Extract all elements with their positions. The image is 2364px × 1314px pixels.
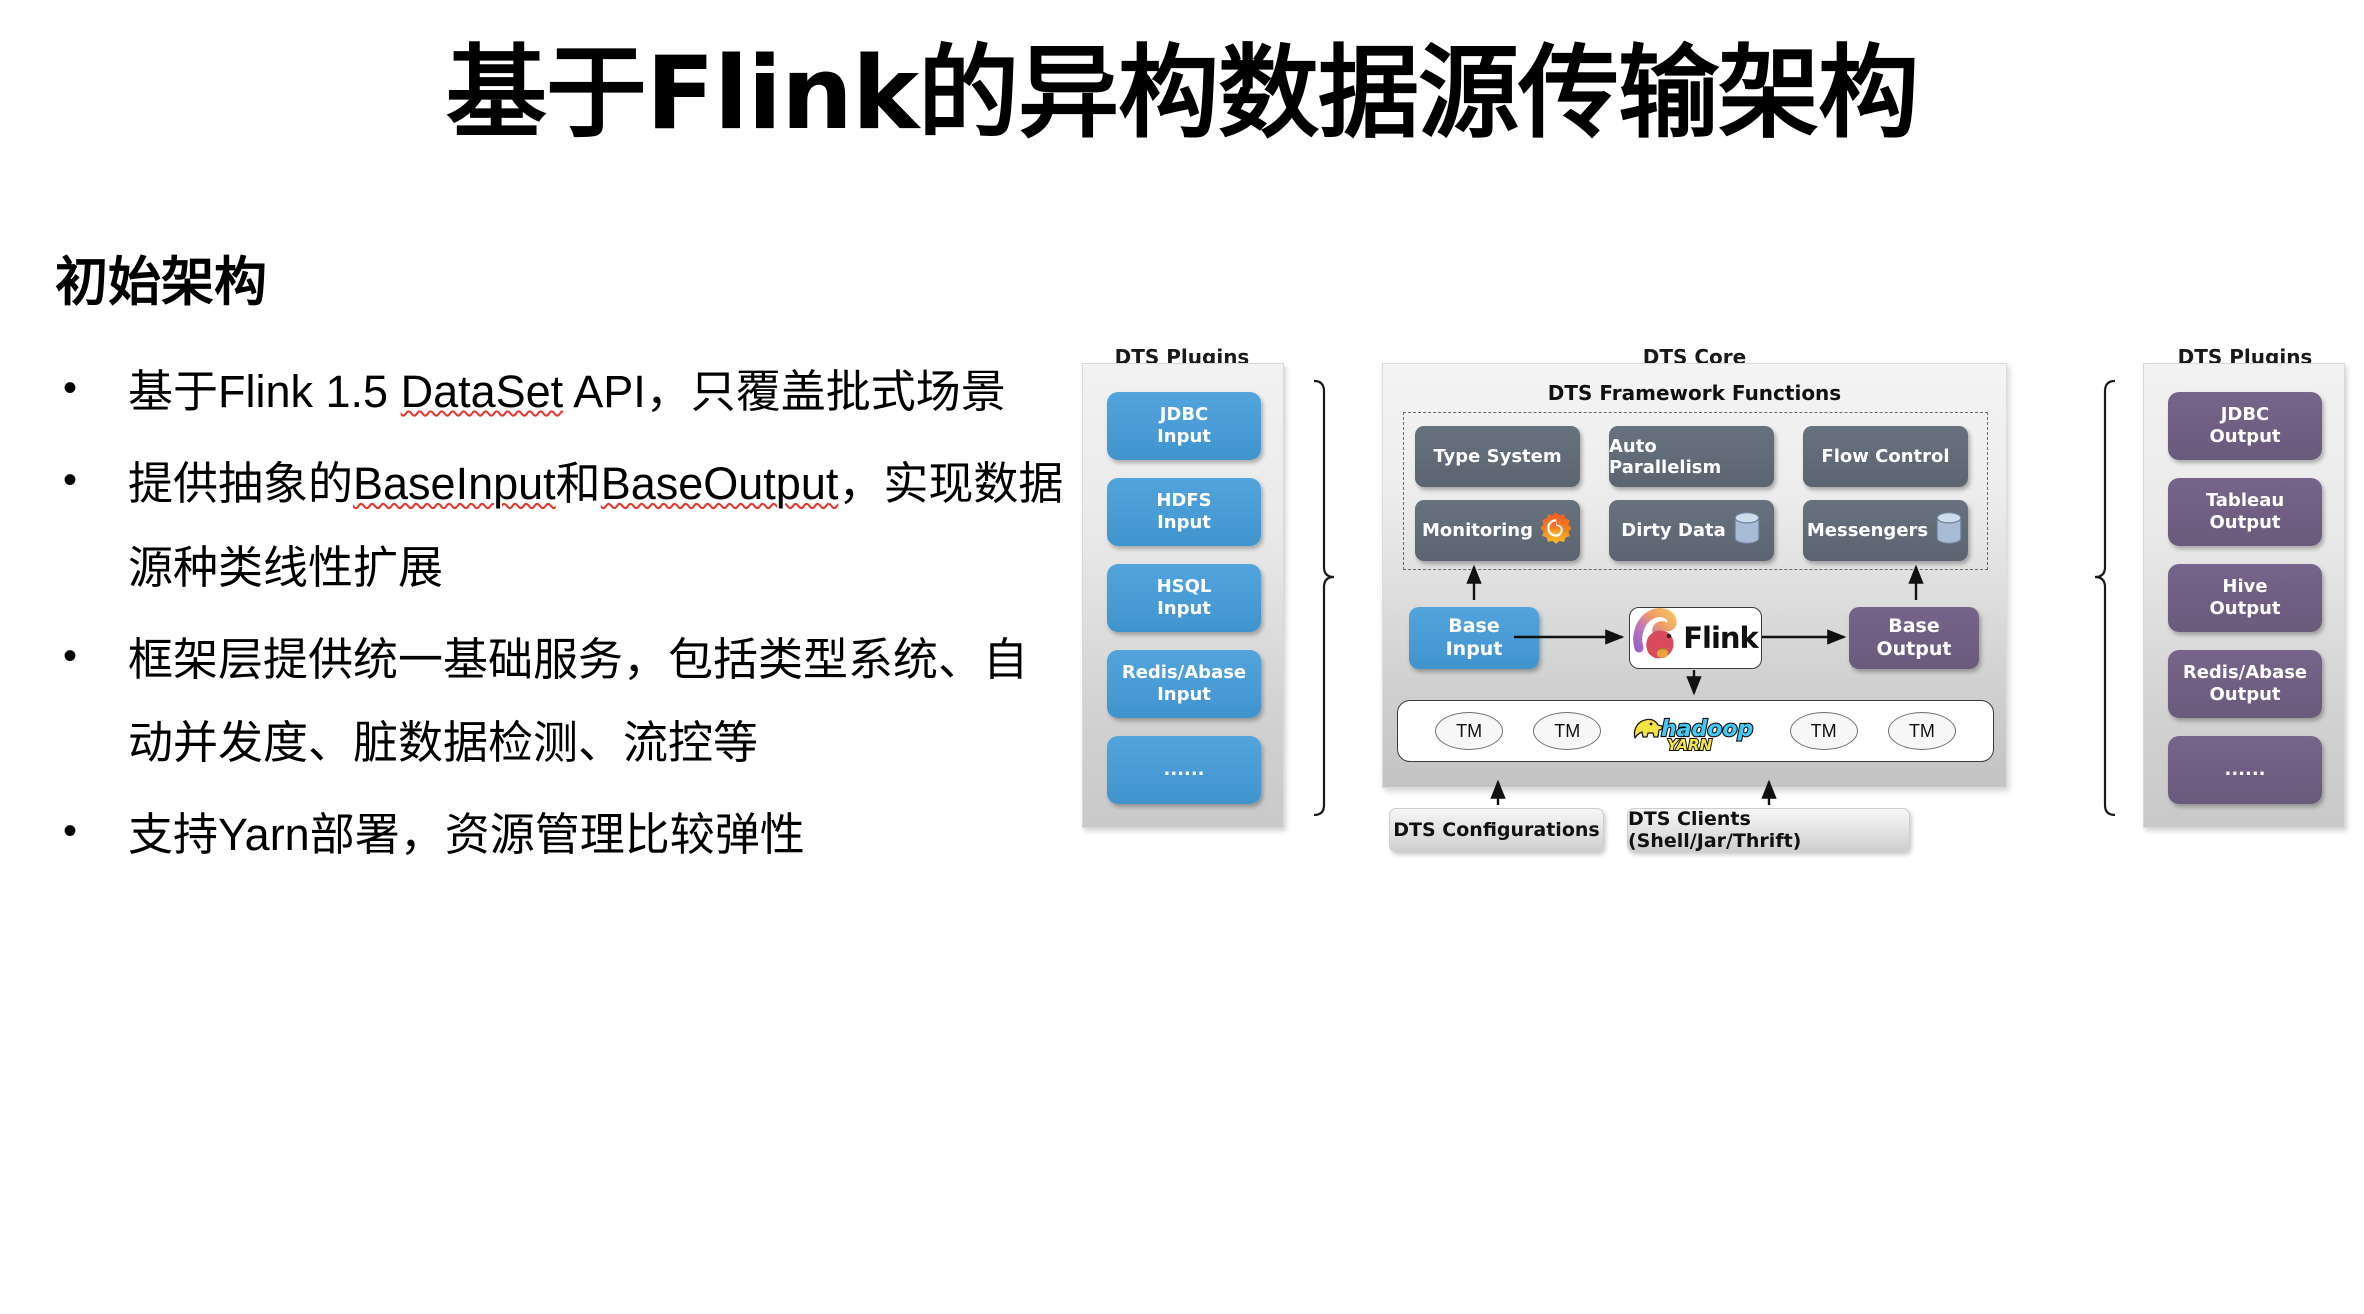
plugin-more-output[interactable]: ...... (2168, 736, 2322, 804)
plugin-label-line1: Redis/Abase (1121, 661, 1247, 683)
grafana-icon (1539, 511, 1573, 550)
function-type-system[interactable]: Type System (1415, 426, 1580, 487)
svg-text:YARN: YARN (1667, 736, 1713, 754)
plugin-label-line2: Output (2209, 598, 2281, 619)
page-title: 基于Flink的异构数据源传输架构 (445, 34, 1919, 152)
plugin-label-line2: Output (2209, 426, 2281, 447)
bullet-text-spellcheck-2: BaseOutput (600, 458, 839, 510)
plugin-label-line1: Hive (2222, 575, 2268, 597)
flink-squirrel-icon (1633, 607, 1685, 669)
plugin-label-line2: Input (1157, 426, 1211, 447)
plugin-label-line1: HDFS (1156, 489, 1212, 511)
base-output-label-line1: Base (1888, 614, 1940, 637)
function-label: Monitoring (1422, 520, 1533, 541)
function-monitoring[interactable]: Monitoring (1415, 500, 1580, 561)
plugin-label-line2: Input (1157, 512, 1211, 533)
function-label: Dirty Data (1621, 520, 1726, 541)
database-icon (1732, 511, 1762, 550)
task-manager-bar: TM TM hadoop YARN TM TM (1397, 700, 1994, 762)
bullet-text-spellcheck: BaseInput (353, 458, 556, 510)
bullet-list: 基于Flink 1.5 DataSet API，只覆盖批式场景 提供抽象的Bas… (55, 350, 1065, 877)
plugin-label-line2: Input (1157, 684, 1211, 705)
plugin-label-line1: Redis/Abase (2182, 661, 2308, 683)
dts-clients-box[interactable]: DTS Clients (Shell/Jar/Thrift) (1627, 808, 1910, 852)
content-column: 初始架构 基于Flink 1.5 DataSet API，只覆盖批式场景 提供抽… (55, 240, 1065, 886)
plugin-jdbc-output[interactable]: JDBC Output (2168, 392, 2322, 460)
plugin-hsql-input[interactable]: HSQL Input (1107, 564, 1261, 632)
bullet-text-post: API，只覆盖批式场景 (563, 366, 1006, 417)
bullet-text-spellcheck: DataSet (400, 366, 564, 417)
framework-functions-title: DTS Framework Functions (1547, 381, 1842, 405)
plugin-redis-abase-input[interactable]: Redis/Abase Input (1107, 650, 1261, 718)
list-item: 框架层提供统一基础服务，包括类型系统、自动并发度、脏数据检测、流控等 (55, 618, 1065, 785)
list-item: 提供抽象的BaseInput和BaseOutput，实现数据源种类线性扩展 (55, 442, 1065, 609)
slide-root: 基于Flink的异构数据源传输架构 初始架构 基于Flink 1.5 DataS… (0, 0, 2364, 1314)
function-label: Messengers (1806, 520, 1929, 541)
plugin-redis-abase-output[interactable]: Redis/Abase Output (2168, 650, 2322, 718)
bullet-text-pre: 基于Flink 1.5 (128, 366, 401, 417)
dts-configurations-box[interactable]: DTS Configurations (1389, 808, 1604, 852)
function-messengers[interactable]: Messengers (1803, 500, 1968, 561)
plugin-label-line1: JDBC (2220, 403, 2270, 425)
bullet-text-pre: 支持Yarn部署，资源管理比较弹性 (128, 809, 805, 861)
bullet-text-pre: 提供抽象的 (128, 458, 354, 510)
plugin-hive-output[interactable]: Hive Output (2168, 564, 2322, 632)
plugin-label-line1: Tableau (2205, 489, 2285, 511)
base-output-box[interactable]: Base Output (1849, 607, 1979, 669)
database-icon (1934, 511, 1964, 550)
section-subheading: 初始架构 (55, 252, 267, 313)
function-auto-parallelism[interactable]: Auto Parallelism (1609, 426, 1774, 487)
bullet-text-mid: 和 (555, 458, 601, 510)
left-plugins-panel: JDBC Input HDFS Input HSQL Input Redis/Abas… (1082, 363, 1284, 828)
right-plugins-panel: JDBC Output Tableau Output Hive Output Redi… (2143, 363, 2345, 828)
function-flow-control[interactable]: Flow Control (1803, 426, 1968, 487)
plugin-label-line2: Input (1157, 598, 1211, 619)
bullet-text-pre: 框架层提供统一基础服务，包括类型系统、自动并发度、脏数据检测、流控等 (128, 633, 1029, 768)
plugin-label-line1: HSQL (1156, 575, 1212, 597)
architecture-diagram: DTS Plugins DTS Core DTS Plugins JDBC Inp… (1082, 345, 2347, 1085)
dts-core-panel: DTS Framework Functions Type System Auto… (1382, 363, 2007, 788)
function-label: Type System (1433, 446, 1562, 467)
list-item: 支持Yarn部署，资源管理比较弹性 (55, 793, 1065, 876)
left-brace (1313, 379, 1335, 817)
plugin-more-input[interactable]: ...... (1107, 736, 1261, 804)
flink-engine-box[interactable]: Flink (1629, 607, 1762, 669)
plugin-jdbc-input[interactable]: JDBC Input (1107, 392, 1261, 460)
plugin-label-line2: Output (2209, 512, 2281, 533)
flink-label: Flink (1683, 621, 1759, 655)
function-label: Flow Control (1821, 446, 1950, 467)
task-manager[interactable]: TM (1435, 712, 1504, 750)
function-dirty-data[interactable]: Dirty Data (1609, 500, 1774, 561)
plugin-label-line1: ...... (1163, 758, 1205, 780)
plugin-label-line1: JDBC (1159, 403, 1209, 425)
plugin-hdfs-input[interactable]: HDFS Input (1107, 478, 1261, 546)
base-input-label-line2: Input (1445, 638, 1503, 660)
plugin-label-line2: Output (2209, 684, 2281, 705)
list-item: 基于Flink 1.5 DataSet API，只覆盖批式场景 (55, 350, 1065, 433)
base-input-box[interactable]: Base Input (1409, 607, 1539, 669)
task-manager[interactable]: TM (1789, 712, 1858, 750)
plugin-tableau-output[interactable]: Tableau Output (2168, 478, 2322, 546)
right-brace (2094, 379, 2116, 817)
function-label: Auto Parallelism (1609, 435, 1722, 478)
plugin-label-line1: ...... (2224, 758, 2266, 780)
base-output-label-line2: Output (1876, 638, 1952, 660)
task-manager[interactable]: TM (1533, 712, 1602, 750)
task-manager[interactable]: TM (1887, 712, 1956, 750)
hadoop-yarn-icon: hadoop YARN (1631, 708, 1759, 754)
base-input-label-line1: Base (1448, 614, 1500, 637)
